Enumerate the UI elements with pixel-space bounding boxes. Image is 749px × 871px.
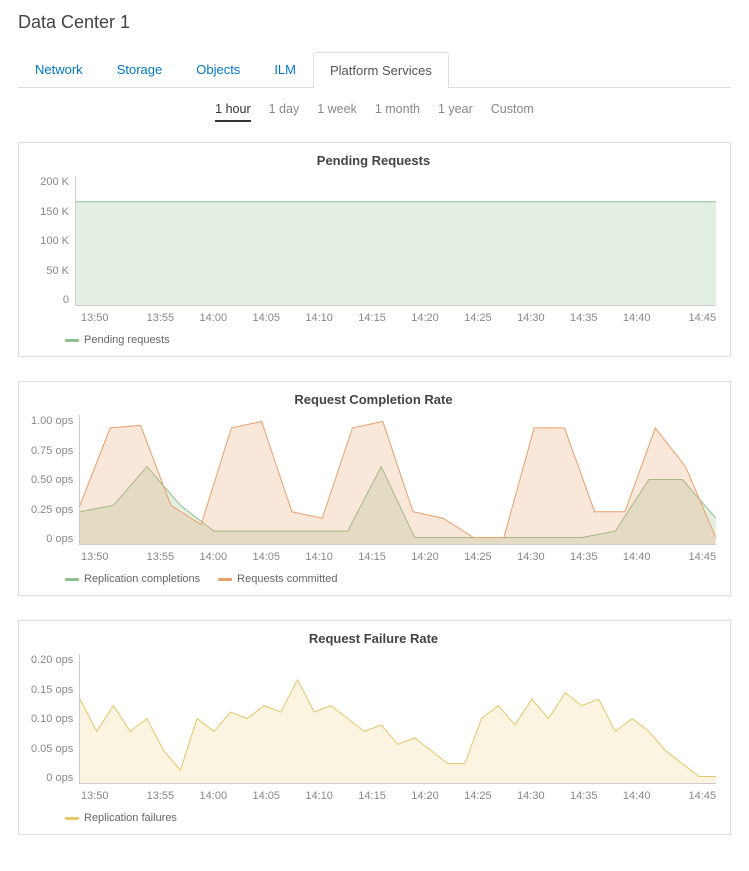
range-1-year[interactable]: 1 year bbox=[438, 102, 473, 122]
y-tick: 0.25 ops bbox=[31, 504, 73, 516]
range-custom[interactable]: Custom bbox=[491, 102, 534, 122]
legend-item: Replication failures bbox=[65, 812, 177, 824]
x-tick: 14:00 bbox=[187, 790, 240, 802]
range-1-week[interactable]: 1 week bbox=[317, 102, 357, 122]
y-tick: 0.15 ops bbox=[31, 684, 73, 696]
x-tick: 14:40 bbox=[610, 312, 663, 324]
chart-legend: Replication failures bbox=[65, 812, 716, 824]
x-tick: 14:20 bbox=[399, 312, 452, 324]
x-tick: 14:20 bbox=[399, 551, 452, 563]
x-tick: 14:10 bbox=[293, 551, 346, 563]
y-tick: 200 K bbox=[40, 176, 69, 188]
y-tick: 1.00 ops bbox=[31, 415, 73, 427]
legend-label: Pending requests bbox=[84, 334, 170, 346]
y-tick: 0.75 ops bbox=[31, 445, 73, 457]
x-tick: 14:15 bbox=[346, 312, 399, 324]
legend-label: Replication failures bbox=[84, 812, 177, 824]
chart-legend: Pending requests bbox=[65, 334, 716, 346]
chart-title: Pending Requests bbox=[31, 153, 716, 168]
x-tick: 13:50 bbox=[81, 312, 134, 324]
x-tick: 14:45 bbox=[663, 551, 716, 563]
chart-title: Request Completion Rate bbox=[31, 392, 716, 407]
y-tick: 0.05 ops bbox=[31, 743, 73, 755]
x-tick: 13:55 bbox=[134, 551, 187, 563]
page-title: Data Center 1 bbox=[18, 12, 731, 33]
x-tick: 14:25 bbox=[451, 790, 504, 802]
y-tick: 0 ops bbox=[46, 533, 73, 545]
x-tick: 13:55 bbox=[134, 312, 187, 324]
legend-label: Requests committed bbox=[237, 573, 337, 585]
x-tick: 14:35 bbox=[557, 551, 610, 563]
y-tick: 50 K bbox=[46, 265, 69, 277]
x-tick: 14:40 bbox=[610, 790, 663, 802]
range-1-month[interactable]: 1 month bbox=[375, 102, 420, 122]
tab-objects[interactable]: Objects bbox=[179, 51, 257, 87]
legend-label: Replication completions bbox=[84, 573, 200, 585]
x-tick: 14:00 bbox=[187, 312, 240, 324]
y-tick: 0.10 ops bbox=[31, 713, 73, 725]
x-tick: 14:30 bbox=[504, 790, 557, 802]
legend-item: Replication completions bbox=[65, 573, 200, 585]
chart-card-2: Request Failure Rate 0.20 ops 0.15 ops 0.10… bbox=[18, 620, 731, 835]
y-axis: 0.20 ops 0.15 ops 0.10 ops 0.05 ops 0 ops bbox=[31, 654, 79, 784]
chart-plot-area bbox=[75, 176, 716, 306]
x-axis: 13:5013:5514:0014:0514:1014:1514:2014:25… bbox=[81, 551, 716, 563]
x-tick: 14:25 bbox=[451, 312, 504, 324]
x-tick: 14:20 bbox=[399, 790, 452, 802]
x-tick: 14:15 bbox=[346, 551, 399, 563]
y-tick: 0 bbox=[63, 294, 69, 306]
time-range-row: 1 hour 1 day 1 week 1 month 1 year Custom bbox=[18, 90, 731, 128]
chart-plot-area bbox=[79, 654, 716, 784]
x-tick: 14:35 bbox=[557, 312, 610, 324]
y-tick: 150 K bbox=[40, 206, 69, 218]
chart-card-0: Pending Requests 200 K 150 K 100 K 50 K 0 13:5… bbox=[18, 142, 731, 357]
x-tick: 14:00 bbox=[187, 551, 240, 563]
x-tick: 14:40 bbox=[610, 551, 663, 563]
range-1-hour[interactable]: 1 hour bbox=[215, 102, 250, 122]
range-1-day[interactable]: 1 day bbox=[269, 102, 300, 122]
x-tick: 13:55 bbox=[134, 790, 187, 802]
x-tick: 14:25 bbox=[451, 551, 504, 563]
x-tick: 14:05 bbox=[240, 790, 293, 802]
legend-swatch bbox=[65, 817, 79, 820]
x-tick: 14:10 bbox=[293, 312, 346, 324]
x-tick: 14:05 bbox=[240, 551, 293, 563]
x-tick: 14:15 bbox=[346, 790, 399, 802]
tab-network[interactable]: Network bbox=[18, 51, 100, 87]
y-tick: 100 K bbox=[40, 235, 69, 247]
chart-title: Request Failure Rate bbox=[31, 631, 716, 646]
y-tick: 0 ops bbox=[46, 772, 73, 784]
y-axis: 1.00 ops 0.75 ops 0.50 ops 0.25 ops 0 ops bbox=[31, 415, 79, 545]
tab-platform-services[interactable]: Platform Services bbox=[313, 52, 449, 88]
legend-swatch bbox=[65, 578, 79, 581]
x-tick: 14:45 bbox=[663, 790, 716, 802]
x-tick: 13:50 bbox=[81, 551, 134, 563]
x-tick: 14:35 bbox=[557, 790, 610, 802]
x-tick: 14:30 bbox=[504, 312, 557, 324]
y-axis: 200 K 150 K 100 K 50 K 0 bbox=[31, 176, 75, 306]
legend-item: Requests committed bbox=[218, 573, 337, 585]
x-tick: 14:30 bbox=[504, 551, 557, 563]
legend-item: Pending requests bbox=[65, 334, 170, 346]
tab-storage[interactable]: Storage bbox=[100, 51, 180, 87]
x-axis: 13:5013:5514:0014:0514:1014:1514:2014:25… bbox=[81, 312, 716, 324]
x-axis: 13:5013:5514:0014:0514:1014:1514:2014:25… bbox=[81, 790, 716, 802]
y-tick: 0.20 ops bbox=[31, 654, 73, 666]
x-tick: 14:45 bbox=[663, 312, 716, 324]
legend-swatch bbox=[65, 339, 79, 342]
x-tick: 14:05 bbox=[240, 312, 293, 324]
chart-plot-area bbox=[79, 415, 716, 545]
x-tick: 13:50 bbox=[81, 790, 134, 802]
tab-ilm[interactable]: ILM bbox=[257, 51, 313, 87]
x-tick: 14:10 bbox=[293, 790, 346, 802]
chart-card-1: Request Completion Rate 1.00 ops 0.75 ops 0… bbox=[18, 381, 731, 596]
legend-swatch bbox=[218, 578, 232, 581]
chart-legend: Replication completions Requests committe… bbox=[65, 573, 716, 585]
tabs-bar: NetworkStorageObjectsILMPlatform Service… bbox=[18, 51, 731, 88]
y-tick: 0.50 ops bbox=[31, 474, 73, 486]
